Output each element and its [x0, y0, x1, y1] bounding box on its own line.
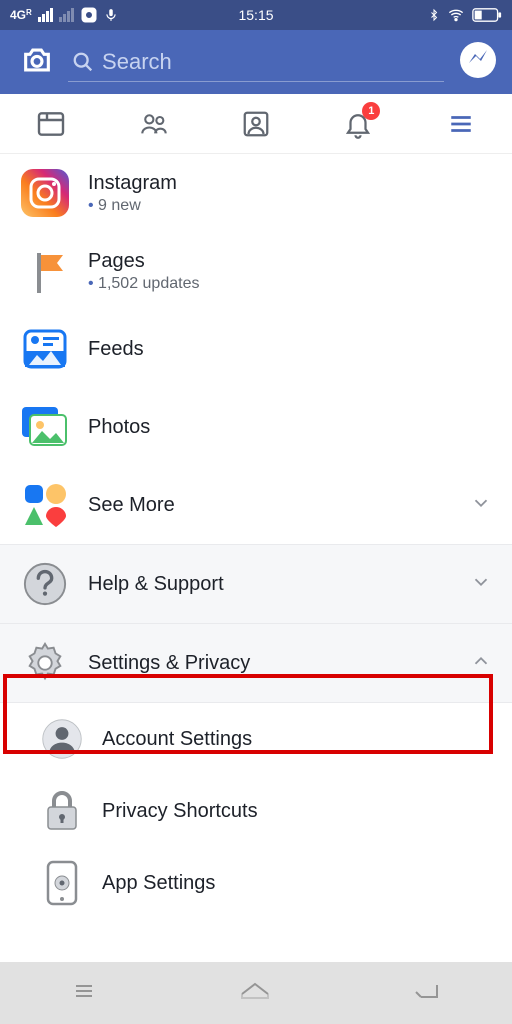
- see-more-icon: [20, 480, 70, 530]
- menu-list: Instagram 9 new Pages 1,502 updates Feed…: [0, 154, 512, 919]
- status-bar: 4GR 15:15: [0, 0, 512, 30]
- menu-item-subtitle: 1,502 updates: [88, 275, 492, 293]
- menu-item-label: Settings & Privacy: [88, 652, 452, 675]
- battery-icon: [472, 7, 502, 23]
- menu-item-label: Instagram: [88, 172, 492, 195]
- chevron-down-icon: [470, 492, 492, 519]
- tab-profile[interactable]: [236, 104, 276, 144]
- chevron-up-icon: [470, 650, 492, 677]
- messenger-icon[interactable]: [458, 40, 498, 85]
- status-time: 15:15: [238, 7, 273, 23]
- notification-badge: 1: [362, 102, 380, 120]
- menu-item-label: Pages: [88, 250, 492, 273]
- search-icon: [72, 50, 94, 74]
- status-left: 4GR: [10, 6, 118, 24]
- menu-item-help-support[interactable]: Help & Support: [0, 545, 512, 624]
- mic-status-icon: [104, 6, 118, 24]
- menu-item-feeds[interactable]: Feeds: [0, 310, 512, 388]
- android-nav-bar: [0, 962, 512, 1024]
- nav-home[interactable]: [238, 978, 272, 1009]
- nav-back[interactable]: [411, 979, 443, 1008]
- instagram-icon: [20, 168, 70, 218]
- status-right: [428, 6, 502, 24]
- network-label: 4GR: [10, 8, 32, 22]
- signal-icon-1: [38, 8, 53, 22]
- tab-notifications[interactable]: 1: [338, 104, 378, 144]
- tab-menu[interactable]: [441, 104, 481, 144]
- tab-friends[interactable]: [134, 104, 174, 144]
- app-header: [0, 30, 512, 94]
- tab-bar: 1: [0, 94, 512, 154]
- tab-feed[interactable]: [31, 104, 71, 144]
- feeds-icon: [20, 324, 70, 374]
- pages-icon: [20, 246, 70, 296]
- camera-icon[interactable]: [20, 43, 54, 82]
- chevron-down-icon: [470, 571, 492, 598]
- menu-item-label: Photos: [88, 416, 492, 439]
- bluetooth-icon: [428, 6, 440, 24]
- menu-item-label: Account Settings: [102, 728, 492, 751]
- gear-icon: [20, 638, 70, 688]
- menu-item-label: See More: [88, 494, 452, 517]
- menu-item-app-settings[interactable]: App Settings: [0, 847, 512, 919]
- menu-item-pages[interactable]: Pages 1,502 updates: [0, 232, 512, 310]
- menu-item-see-more[interactable]: See More: [0, 466, 512, 545]
- lock-icon: [40, 789, 84, 833]
- menu-item-label: App Settings: [102, 872, 492, 895]
- menu-item-account-settings[interactable]: Account Settings: [0, 703, 512, 775]
- wifi-icon: [446, 7, 466, 23]
- nav-recents[interactable]: [69, 979, 99, 1008]
- search-box[interactable]: [68, 43, 444, 82]
- menu-item-label: Privacy Shortcuts: [102, 800, 492, 823]
- search-input[interactable]: [102, 49, 440, 75]
- menu-item-label: Help & Support: [88, 573, 452, 596]
- help-icon: [20, 559, 70, 609]
- menu-item-privacy-shortcuts[interactable]: Privacy Shortcuts: [0, 775, 512, 847]
- menu-item-settings-privacy[interactable]: Settings & Privacy: [0, 624, 512, 703]
- menu-item-instagram[interactable]: Instagram 9 new: [0, 154, 512, 232]
- signal-icon-2: [59, 8, 74, 22]
- menu-item-photos[interactable]: Photos: [0, 388, 512, 466]
- menu-item-label: Feeds: [88, 338, 492, 361]
- phone-gear-icon: [40, 861, 84, 905]
- camera-status-icon: [80, 6, 98, 24]
- photos-icon: [20, 402, 70, 452]
- account-icon: [40, 717, 84, 761]
- menu-item-subtitle: 9 new: [88, 197, 492, 215]
